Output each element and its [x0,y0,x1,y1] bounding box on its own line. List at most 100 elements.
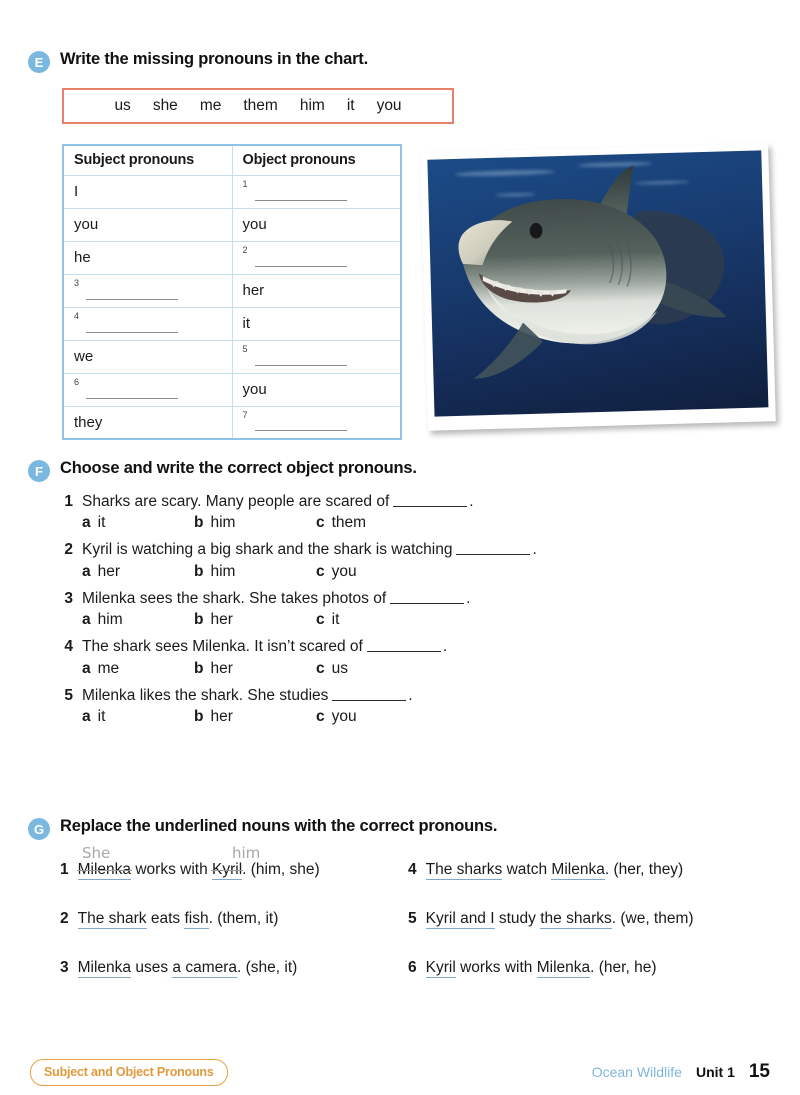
question-block: 1 Sharks are scary. Many people are scare… [60,492,768,532]
question-row: 2 Kyril is watching a big shark and the s… [60,540,768,559]
option-letter: c [316,562,325,580]
word-bank-word[interactable]: us [114,97,130,115]
option-b[interactable]: b him [194,514,316,532]
pronoun-cell: her [231,273,402,308]
question-number: 4 [64,638,73,656]
exercise-g-items: 1 Milenka works with Kyril. (him, she) She… [28,844,772,978]
option-a[interactable]: a it [82,708,194,726]
answer-line[interactable] [254,364,347,366]
underlined-noun[interactable]: Milenka [536,959,591,978]
word-bank-word[interactable]: him [300,97,325,115]
exercise-g-title: Replace the underlined nouns with the co… [60,817,498,835]
pronoun-blank-cell[interactable]: 6 [62,372,233,407]
answer-line[interactable] [254,199,347,201]
blank-number: 4 [74,310,80,321]
option-c[interactable]: c you [316,563,357,581]
underlined-noun[interactable]: Kyril and I [425,910,495,929]
table-row: 4 it [62,306,402,341]
pronoun-blank-cell[interactable]: 4 [62,306,233,341]
answer-line[interactable] [254,265,347,267]
pronoun-cell: I [62,174,233,209]
g-item[interactable]: 5 Kyril and I study the sharks. (we, them… [408,910,772,929]
question-text: Kyril is watching a big shark and the sh… [82,541,537,559]
option-a[interactable]: a it [82,514,194,532]
underlined-noun[interactable]: Kyril [212,861,243,880]
exercise-f: F Choose and write the correct object pr… [28,459,768,734]
g-item[interactable]: 4 The sharks watch Milenka. (her, they) [408,861,772,880]
table-row: 6 you [62,372,402,407]
handwritten-answer: She [82,844,111,862]
option-text: you [331,562,357,580]
option-a[interactable]: a me [82,660,194,678]
g-item[interactable]: 6 Kyril works with Milenka. (her, he) [408,959,772,978]
blank-number: 3 [74,277,80,288]
question-number: 5 [64,686,73,704]
g-item[interactable]: 2 The shark eats fish. (them, it) [60,910,408,929]
question-number: 3 [64,589,73,607]
blank-number: 6 [74,376,80,387]
underlined-noun[interactable]: Milenka [77,959,132,978]
underlined-noun[interactable]: Milenka [551,861,605,880]
option-c[interactable]: c you [316,708,357,726]
answer-blank[interactable] [390,602,465,604]
option-b[interactable]: b him [194,563,316,581]
option-b[interactable]: b her [194,660,316,678]
answer-line[interactable] [86,331,178,333]
question-block: 4 The shark sees Milenka. It isn’t scared… [60,637,768,677]
pronoun-blank-cell[interactable]: 5 [231,339,402,374]
g-item[interactable]: 1 Milenka works with Kyril. (him, she) She… [60,844,408,880]
answer-blank[interactable] [332,699,407,701]
option-c[interactable]: c it [316,611,339,629]
underlined-noun[interactable]: a camera [172,959,238,978]
g-item-number: 6 [408,959,417,976]
answer-line[interactable] [86,397,178,399]
option-b[interactable]: b her [194,708,316,726]
g-item-number: 2 [60,910,69,927]
underlined-noun[interactable]: fish [184,910,209,929]
g-item[interactable]: 3 Milenka uses a camera. (she, it) [60,959,408,978]
option-c[interactable]: c us [316,660,348,678]
blank-number: 5 [242,343,248,354]
question-block: 5 Milenka likes the shark. She studies. a i… [60,686,768,726]
table-row: you you [62,207,402,242]
underlined-noun[interactable]: Kyril [425,959,456,978]
g-item-number: 4 [408,861,417,878]
exercise-e-title: Write the missing pronouns in the chart. [60,50,368,68]
word-bank: us she me them him it you [62,88,454,124]
word-bank-word[interactable]: me [200,97,222,115]
table-row: I1 [62,174,402,209]
option-letter: b [194,707,204,725]
answer-line[interactable] [86,298,178,300]
answer-blank[interactable] [393,506,468,507]
underlined-noun[interactable]: The sharks [425,861,503,880]
pronoun-blank-cell[interactable]: 2 [231,240,402,275]
option-a[interactable]: a her [82,563,194,581]
option-c[interactable]: c them [316,514,366,532]
word-bank-word[interactable]: it [347,97,355,115]
underlined-noun[interactable]: The shark [77,910,147,929]
word-bank-word[interactable]: you [377,97,402,115]
option-text: you [331,707,357,725]
answer-line[interactable] [254,430,347,431]
option-text: it [331,611,340,629]
pronoun-blank-cell[interactable]: 3 [62,273,233,308]
footer-meta: Ocean Wildlife Unit 1 15 [592,1061,770,1083]
pronoun-blank-cell[interactable]: 7 [231,405,402,440]
option-row: a me b her c us [60,660,768,678]
pronoun-blank-cell[interactable]: 1 [231,174,402,209]
answer-blank[interactable] [456,554,531,556]
underlined-noun[interactable]: the sharks [540,910,612,929]
underlined-noun[interactable]: Milenka [77,861,132,880]
question-text: Milenka likes the shark. She studies. [82,686,413,704]
question-row: 5 Milenka likes the shark. She studies. [60,686,768,705]
option-b[interactable]: b her [194,611,316,629]
option-letter: a [82,707,91,725]
word-bank-word[interactable]: them [243,97,277,115]
option-letter: b [194,659,204,677]
pronoun-chart: Subject pronouns Object pronouns I 1 you yo… [62,144,402,440]
option-a[interactable]: a him [82,611,194,629]
pronoun-cell: you [231,372,402,407]
word-bank-word[interactable]: she [153,97,178,115]
option-text: me [97,659,120,677]
answer-blank[interactable] [366,651,441,653]
